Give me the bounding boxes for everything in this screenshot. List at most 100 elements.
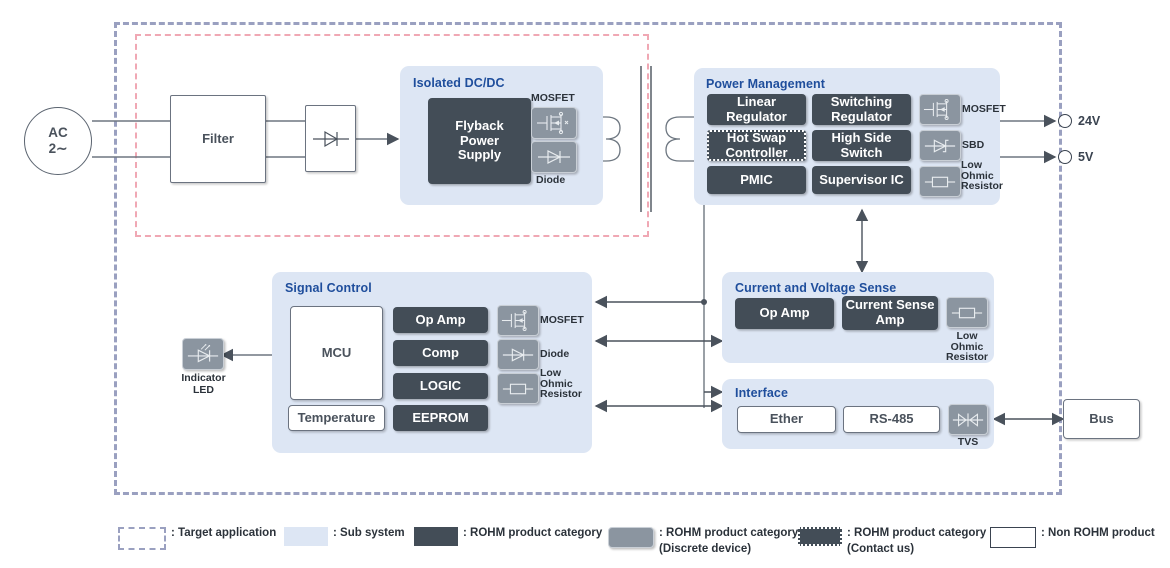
bridge-rectifier-block	[305, 105, 356, 172]
resistor-icon	[951, 307, 983, 318]
block-diagram: AC 2∼ Filter Isolated DC/DC Flyback Powe…	[0, 0, 1170, 568]
legend-swatch-target-application	[118, 527, 166, 550]
caption-pm-mosfet: MOSFET	[962, 103, 1006, 115]
pmic-block: PMIC	[707, 166, 806, 194]
sc-resistor-symbol	[497, 373, 539, 404]
legend-swatch-contact-us	[798, 527, 842, 546]
dcdc-mosfet-symbol	[531, 107, 577, 139]
caption-sc-mosfet: MOSFET	[540, 314, 584, 326]
filter-block: Filter	[170, 95, 266, 183]
tvs-symbol	[948, 404, 988, 435]
pm-sbd-symbol	[919, 130, 961, 161]
flyback-power-supply-label: Flyback Power Supply	[455, 118, 504, 163]
high-side-switch-block: High Side Switch	[812, 130, 911, 161]
resistor-icon	[502, 383, 534, 394]
legend-swatch-sub-system	[284, 527, 328, 546]
dcdc-diode-symbol	[531, 141, 577, 173]
op-amp-block-sense: Op Amp	[735, 298, 834, 329]
pm-mosfet-symbol	[919, 94, 961, 125]
sc-diode-symbol	[497, 339, 539, 370]
cvs-resistor-symbol	[946, 297, 988, 328]
caption-pm-sbd: SBD	[962, 139, 985, 151]
output-label-24v: 24V	[1078, 114, 1101, 128]
tvs-icon	[952, 412, 984, 427]
caption-dcdc-diode: Diode	[536, 174, 566, 186]
section-title-isolated-dcdc: Isolated DC/DC	[413, 76, 505, 90]
sbd-icon	[924, 138, 956, 153]
legend-item-target-application: : Target application	[118, 526, 276, 550]
comp-block: Comp	[393, 340, 488, 366]
section-title-current-voltage-sense: Current and Voltage Sense	[735, 281, 897, 295]
op-amp-label-signal: Op Amp	[415, 311, 466, 327]
mcu-block: MCU	[290, 306, 383, 400]
ac-source-line1: AC	[48, 125, 68, 141]
flyback-power-supply-block: Flyback Power Supply	[428, 98, 531, 184]
current-sense-amp-block: Current Sense Amp	[842, 296, 938, 330]
linear-regulator-block: Linear Regulator	[707, 94, 806, 125]
comp-label: Comp	[422, 344, 459, 360]
sc-mosfet-symbol	[497, 305, 539, 336]
section-title-power-management: Power Management	[706, 77, 825, 91]
hot-swap-controller-label: Hot Swap Controller	[725, 129, 788, 160]
ac-source: AC 2∼	[24, 107, 92, 175]
section-title-signal-control: Signal Control	[285, 281, 372, 295]
mcu-label: MCU	[321, 344, 352, 360]
op-amp-label-sense: Op Amp	[759, 305, 810, 321]
diode-icon	[538, 150, 570, 164]
legend: : Target application : Sub system : ROHM…	[0, 512, 1170, 568]
caption-dcdc-mosfet: MOSFET	[531, 92, 575, 104]
bus-block: Bus	[1063, 399, 1140, 439]
eeprom-label: EEPROM	[412, 409, 469, 425]
ether-label: Ether	[769, 411, 804, 427]
ether-block: Ether	[737, 406, 836, 433]
output-label-5v: 5V	[1078, 150, 1094, 164]
logic-label: LOGIC	[419, 377, 462, 393]
bus-label: Bus	[1089, 410, 1114, 426]
supervisor-ic-block: Supervisor IC	[812, 166, 911, 194]
legend-label-non-rohm: : Non ROHM product	[1041, 527, 1155, 539]
caption-sc-resistor: Low Ohmic Resistor	[540, 367, 583, 401]
indicator-led-caption-line2: LED	[193, 384, 214, 396]
legend-item-non-rohm: : Non ROHM product	[990, 526, 1155, 548]
legend-label-target-application: : Target application	[171, 527, 277, 539]
legend-label-rohm-product: : ROHM product category	[463, 527, 603, 539]
switching-regulator-block: Switching Regulator	[812, 94, 911, 125]
high-side-switch-label: High Side Switch	[831, 129, 892, 160]
supervisor-ic-label: Supervisor IC	[819, 171, 904, 187]
output-terminal-24v	[1058, 114, 1072, 128]
mosfet-icon	[501, 310, 527, 331]
hot-swap-controller-block: Hot Swap Controller	[707, 130, 806, 161]
caption-sc-diode: Diode	[540, 348, 570, 360]
rs485-block: RS-485	[843, 406, 940, 433]
diode-icon	[502, 347, 534, 362]
legend-item-contact-us: : ROHM product category (Contact us)	[798, 526, 986, 557]
resistor-icon	[924, 176, 956, 187]
ac-source-line2: 2∼	[48, 141, 68, 156]
temperature-block: Temperature	[288, 405, 385, 431]
legend-swatch-discrete-device	[608, 527, 654, 548]
pm-resistor-symbol	[919, 166, 961, 197]
mosfet-icon	[923, 99, 949, 120]
rs485-label: RS-485	[869, 411, 914, 427]
caption-cvs-resistor: Low Ohmic Resistor	[945, 330, 988, 364]
legend-item-sub-system: : Sub system	[284, 526, 405, 546]
mosfet-icon	[537, 111, 569, 135]
diode-icon	[312, 130, 349, 147]
current-sense-amp-label: Current Sense Amp	[845, 297, 935, 327]
led-icon	[187, 344, 219, 363]
linear-regulator-label: Linear Regulator	[726, 93, 787, 124]
section-title-interface: Interface	[735, 386, 789, 400]
legend-swatch-rohm-product	[414, 527, 458, 546]
indicator-led-symbol	[182, 338, 224, 370]
caption-pm-resistor: Low Ohmic Resistor	[961, 159, 1004, 193]
indicator-led-caption-line1: Indicator	[181, 372, 226, 384]
eeprom-block: EEPROM	[393, 405, 488, 431]
filter-label: Filter	[202, 130, 234, 146]
caption-tvs: TVS	[957, 436, 979, 448]
legend-item-rohm-product: : ROHM product category	[414, 526, 602, 546]
pmic-label: PMIC	[740, 171, 773, 187]
temperature-label: Temperature	[297, 409, 376, 425]
legend-label-contact-us: : ROHM product category (Contact us)	[847, 527, 987, 555]
legend-item-discrete-device: : ROHM product category (Discrete device…	[608, 526, 798, 557]
switching-regulator-label: Switching Regulator	[830, 93, 893, 124]
